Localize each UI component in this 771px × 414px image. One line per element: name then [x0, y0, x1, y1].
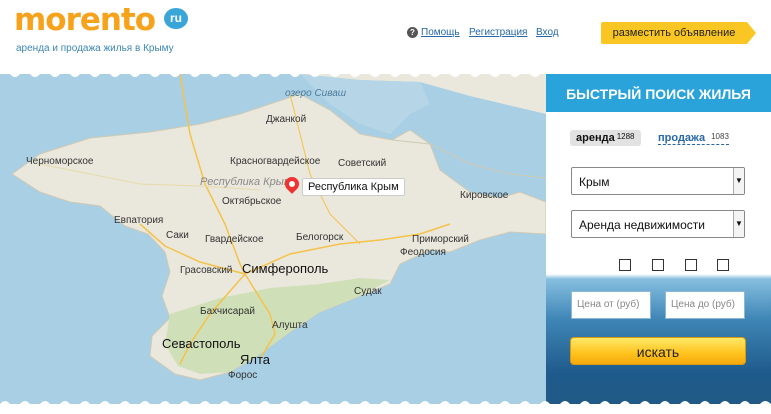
map-label-dzhankoy: Джанкой [266, 114, 307, 125]
map-label-saki: Саки [166, 230, 189, 241]
tab-rent[interactable]: аренда 1288 [570, 130, 641, 146]
login-link[interactable]: Вход [536, 27, 559, 38]
checkbox-icon [652, 259, 664, 271]
map-label-sovetsky: Советский [338, 158, 387, 169]
deal-type-select[interactable]: Аренда недвижимости ▼ [571, 210, 745, 238]
tab-rent-label: аренда [576, 132, 615, 144]
map-label-sudak: Судак [354, 286, 382, 297]
chevron-down-icon: ▼ [733, 211, 744, 237]
map-label-foros: Форос [228, 370, 258, 381]
help-icon: ? [407, 27, 418, 38]
map[interactable]: озеро Сиваш Джанкой Черноморское Красног… [0, 74, 546, 404]
tab-rent-count: 1288 [616, 132, 635, 141]
room-1-label: 1 [635, 259, 641, 271]
map-label-sivash: озеро Сиваш [285, 88, 347, 99]
map-label-feodosia: Феодосия [400, 247, 446, 258]
page-bottom-wave [0, 401, 771, 414]
map-label-kirovskoe: Кировское [460, 190, 509, 201]
tab-sale-count: 1083 [711, 132, 729, 141]
price-from-input[interactable]: Цена от (руб) [571, 291, 651, 319]
deal-type-select-value: Аренда недвижимости [579, 218, 705, 232]
map-label-primorsky: Приморский [412, 234, 469, 245]
register-link[interactable]: Регистрация [469, 27, 527, 38]
map-label-chernomorskoe: Черноморское [26, 156, 94, 167]
room-4plus-label: 4+ [733, 259, 745, 271]
logo-ru-badge: ru [164, 8, 188, 29]
logo[interactable]: morento ru [14, 2, 188, 38]
map-label-belogorsk: Белогорск [296, 232, 344, 243]
region-select[interactable]: Крым ▼ [571, 167, 745, 195]
checkbox-icon [619, 259, 631, 271]
map-label-region: Республика Крым [200, 176, 292, 188]
post-ad-button-arrow [747, 22, 756, 44]
tab-sale-label: продажа [658, 132, 706, 144]
logo-wordmark: morento [14, 2, 156, 38]
tagline: аренда и продажа жилья в Крыму [16, 43, 174, 54]
map-label-grasovskiy: Грасовский [180, 265, 233, 276]
map-label-gvardeyskoe: Гвардейское [205, 234, 264, 245]
post-ad-button[interactable]: разместить объявление [601, 22, 747, 44]
map-label-simferopol: Симферополь [242, 261, 329, 276]
map-label-evpatoria: Евпатория [114, 215, 164, 226]
tab-sale[interactable]: продажа 1083 [658, 132, 729, 145]
help-link[interactable]: Помощь [421, 27, 460, 38]
checkbox-icon [717, 259, 729, 271]
quick-search-title: БЫСТРЫЙ ПОИСК ЖИЛЬЯ [546, 74, 771, 112]
room-checkbox-3[interactable]: 3 [685, 259, 707, 271]
map-label-sevastopol: Севастополь [162, 336, 241, 351]
room-checkbox-4plus[interactable]: 4+ [717, 259, 744, 271]
checkbox-icon [685, 259, 697, 271]
map-label-krasnogvardeyskoe: Красногвардейское [230, 156, 321, 167]
quick-search-panel: БЫСТРЫЙ ПОИСК ЖИЛЬЯ аренда 1288 продажа 10… [546, 74, 771, 404]
region-select-value: Крым [579, 175, 610, 189]
room-checkbox-1[interactable]: 1 [619, 259, 641, 271]
map-label-oktyabrskoe: Октябрьское [222, 196, 282, 207]
map-marker-callout[interactable]: Республика Крым [302, 178, 405, 196]
room-2-label: 2 [668, 259, 674, 271]
room-3-label: 3 [701, 259, 707, 271]
rooms-label: комнат [570, 259, 609, 271]
map-label-bakhchisaray: Бахчисарай [200, 306, 255, 317]
map-label-alushta: Алушта [272, 320, 308, 331]
map-marker-dot [287, 179, 297, 189]
price-to-input[interactable]: Цена до (руб) [665, 291, 745, 319]
map-label-yalta: Ялта [240, 352, 271, 367]
map-top-wave [0, 62, 550, 77]
chevron-down-icon: ▼ [733, 168, 744, 194]
search-button[interactable]: искать [570, 337, 746, 365]
room-checkbox-2[interactable]: 2 [652, 259, 674, 271]
